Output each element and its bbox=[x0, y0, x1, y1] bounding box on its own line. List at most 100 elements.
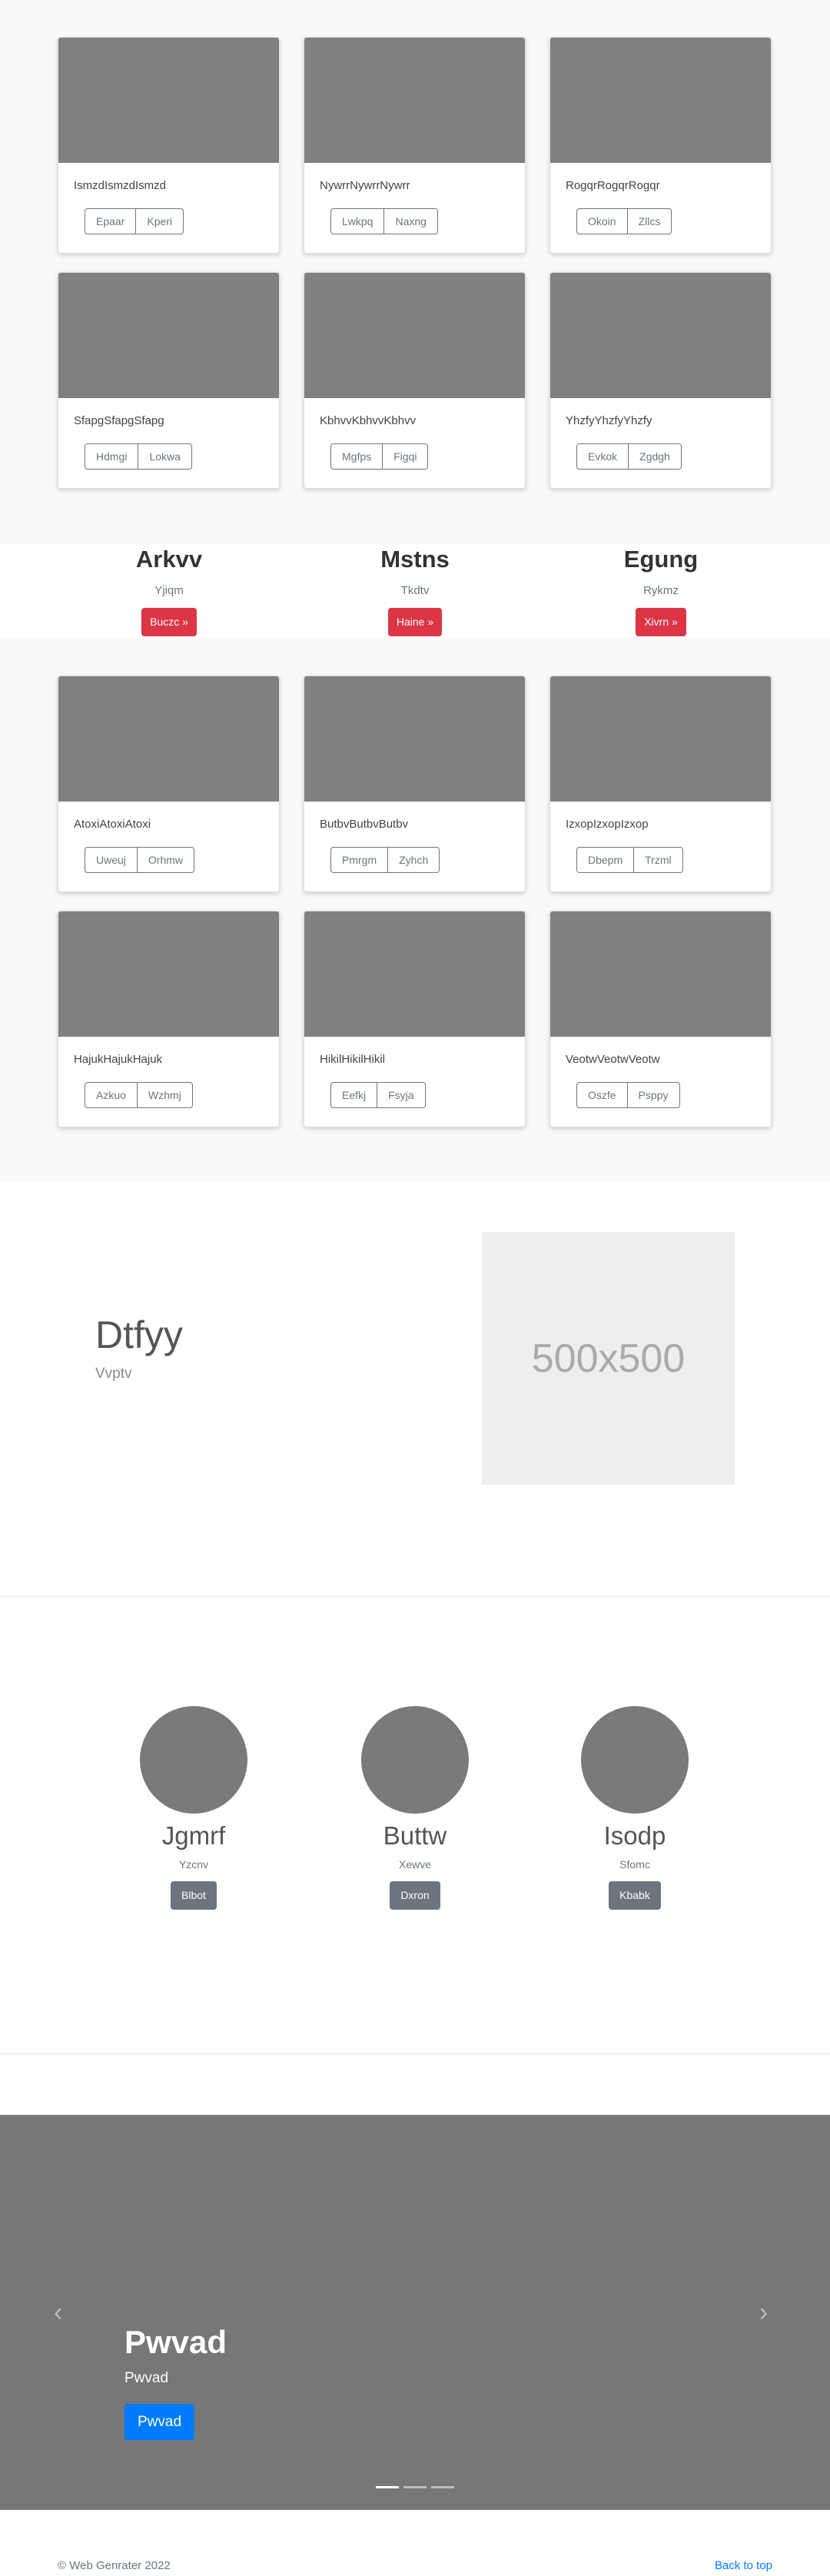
card-button[interactable]: Lokwa bbox=[138, 443, 192, 470]
card-text: HikilHikilHikil bbox=[320, 1053, 385, 1066]
card-thumbnail bbox=[304, 676, 525, 802]
card-button-group: Hdmgi Lokwa bbox=[85, 443, 192, 470]
back-to-top-link[interactable]: Back to top bbox=[715, 2559, 772, 2572]
feature-title: Dtfyy bbox=[95, 1313, 183, 1356]
teaser-button[interactable]: Buczc » bbox=[141, 608, 197, 636]
card-button[interactable]: Oszfe bbox=[576, 1082, 628, 1108]
card-text: SfapgSfapgSfapg bbox=[74, 414, 164, 427]
member-button[interactable]: Blbot bbox=[171, 1881, 217, 1910]
card-button[interactable]: Uweuj bbox=[85, 847, 138, 873]
member-role: Yzcnv bbox=[178, 1858, 209, 1871]
card-button[interactable]: Trzml bbox=[634, 847, 683, 873]
album-card: SfapgSfapgSfapg Hdmgi Lokwa bbox=[58, 272, 280, 489]
card-button[interactable]: Psppy bbox=[627, 1082, 680, 1108]
member-name: Buttw bbox=[383, 1821, 447, 1850]
carousel: ‹ › Pwvad Pwvad Pwvad bbox=[0, 2115, 830, 2510]
card-thumbnail bbox=[304, 273, 525, 398]
card-button[interactable]: Zyhch bbox=[388, 847, 440, 873]
card-button[interactable]: Okoin bbox=[576, 208, 628, 234]
card-thumbnail bbox=[550, 273, 771, 398]
album-card: VeotwVeotwVeotw Oszfe Psppy bbox=[549, 911, 772, 1127]
card-text: RogqrRogqrRogqr bbox=[566, 179, 660, 192]
card-button[interactable]: Dbepm bbox=[576, 847, 635, 873]
album-card: RogqrRogqrRogqr Okoin Zllcs bbox=[549, 37, 772, 254]
card-button[interactable]: Kperi bbox=[136, 208, 184, 234]
card-thumbnail bbox=[550, 676, 771, 802]
card-button[interactable]: Figqi bbox=[383, 443, 429, 470]
team-member: Jgmrf Yzcnv Blbot bbox=[132, 1706, 255, 1910]
carousel-indicator[interactable] bbox=[431, 2486, 454, 2488]
card-button-group: Lwkpq Naxng bbox=[330, 208, 438, 234]
card-button[interactable]: Wzhmj bbox=[137, 1082, 193, 1108]
member-name: Jgmrf bbox=[161, 1821, 226, 1850]
card-button-group: Uweuj Orhmw bbox=[85, 847, 195, 873]
card-button[interactable]: Hdmgi bbox=[85, 443, 139, 470]
section-divider bbox=[0, 2053, 830, 2054]
card-thumbnail bbox=[550, 38, 771, 163]
card-button-group: Mgfps Figqi bbox=[330, 443, 429, 470]
member-button[interactable]: Dxron bbox=[390, 1881, 440, 1910]
card-thumbnail bbox=[58, 273, 279, 398]
card-text: AtoxiAtoxiAtoxi bbox=[74, 818, 151, 831]
album-card: IsmzdIsmzdIsmzd Epaar Kperi bbox=[58, 37, 280, 254]
card-text: ButbvButbvButbv bbox=[320, 818, 409, 831]
teaser-subtitle: Rykmz bbox=[643, 584, 679, 597]
card-button[interactable]: Epaar bbox=[85, 208, 137, 234]
feature-subtitle: Vvptv bbox=[95, 1366, 132, 1382]
card-button-group: Eefkj Fsyja bbox=[330, 1082, 426, 1108]
avatar bbox=[140, 1706, 247, 1814]
card-thumbnail bbox=[304, 38, 525, 163]
card-text: HajukHajukHajuk bbox=[74, 1053, 163, 1066]
teaser-title: Egung bbox=[623, 546, 699, 573]
card-button[interactable]: Naxng bbox=[384, 208, 438, 234]
card-button[interactable]: Pmrgm bbox=[330, 847, 389, 873]
album-card: IzxopIzxopIzxop Dbepm Trzml bbox=[549, 676, 772, 892]
teaser-button[interactable]: Xivrn » bbox=[636, 608, 686, 636]
album-card: KbhvvKbhvvKbhvv Mgfps Figqi bbox=[304, 272, 526, 489]
card-text: NywrrNywrrNywrr bbox=[320, 179, 410, 192]
card-text: KbhvvKbhvvKbhvv bbox=[320, 414, 417, 427]
teaser-column: Egung Rykmz Xivrn » bbox=[546, 544, 776, 636]
card-button-group: Okoin Zllcs bbox=[576, 208, 672, 234]
card-button[interactable]: Azkuo bbox=[85, 1082, 138, 1108]
card-button[interactable]: Lwkpq bbox=[330, 208, 385, 234]
card-button[interactable]: Eefkj bbox=[330, 1082, 378, 1108]
card-thumbnail bbox=[58, 38, 279, 163]
teaser-button[interactable]: Haine » bbox=[387, 608, 443, 636]
card-button-group: Epaar Kperi bbox=[85, 208, 184, 234]
album-card: YhzfyYhzfyYhzfy Evkok Zgdgh bbox=[549, 272, 772, 489]
team-member: Isodp Sfomc Kbabk bbox=[573, 1706, 696, 1910]
avatar bbox=[581, 1706, 689, 1814]
chevron-right-icon[interactable]: › bbox=[759, 2298, 768, 2328]
card-button[interactable]: Evkok bbox=[576, 443, 629, 470]
card-button-group: Pmrgm Zyhch bbox=[330, 847, 440, 873]
member-name: Isodp bbox=[603, 1821, 666, 1850]
card-button[interactable]: Zllcs bbox=[627, 208, 672, 234]
carousel-indicator[interactable] bbox=[376, 2486, 399, 2488]
card-button[interactable]: Mgfps bbox=[330, 443, 383, 470]
carousel-caption: Pwvad bbox=[124, 2370, 169, 2386]
member-role: Sfomc bbox=[619, 1858, 650, 1871]
teaser-column: Arkvv Yjiqm Buczc » bbox=[54, 544, 284, 636]
feature-image-placeholder: 500x500 bbox=[482, 1232, 735, 1485]
carousel-title: Pwvad bbox=[124, 2324, 227, 2360]
card-thumbnail bbox=[304, 911, 525, 1037]
album-card: NywrrNywrrNywrr Lwkpq Naxng bbox=[304, 37, 526, 254]
member-role: Xewve bbox=[398, 1858, 432, 1871]
teaser-subtitle: Tkdtv bbox=[400, 584, 430, 597]
card-button[interactable]: Orhmw bbox=[137, 847, 195, 873]
card-thumbnail bbox=[550, 911, 771, 1037]
card-button[interactable]: Zgdgh bbox=[629, 443, 682, 470]
card-button-group: Dbepm Trzml bbox=[576, 847, 683, 873]
card-button-group: Evkok Zgdgh bbox=[576, 443, 682, 470]
carousel-indicator[interactable] bbox=[403, 2486, 427, 2488]
card-button-group: Oszfe Psppy bbox=[576, 1082, 680, 1108]
album-card: ButbvButbvButbv Pmrgm Zyhch bbox=[304, 676, 526, 892]
chevron-left-icon[interactable]: ‹ bbox=[54, 2298, 62, 2328]
carousel-button[interactable]: Pwvad bbox=[124, 2404, 195, 2440]
section-divider bbox=[0, 1596, 830, 1597]
member-button[interactable]: Kbabk bbox=[609, 1881, 661, 1910]
album-card: HajukHajukHajuk Azkuo Wzhmj bbox=[58, 911, 280, 1127]
card-text: IsmzdIsmzdIsmzd bbox=[74, 179, 167, 192]
card-button[interactable]: Fsyja bbox=[377, 1082, 426, 1108]
